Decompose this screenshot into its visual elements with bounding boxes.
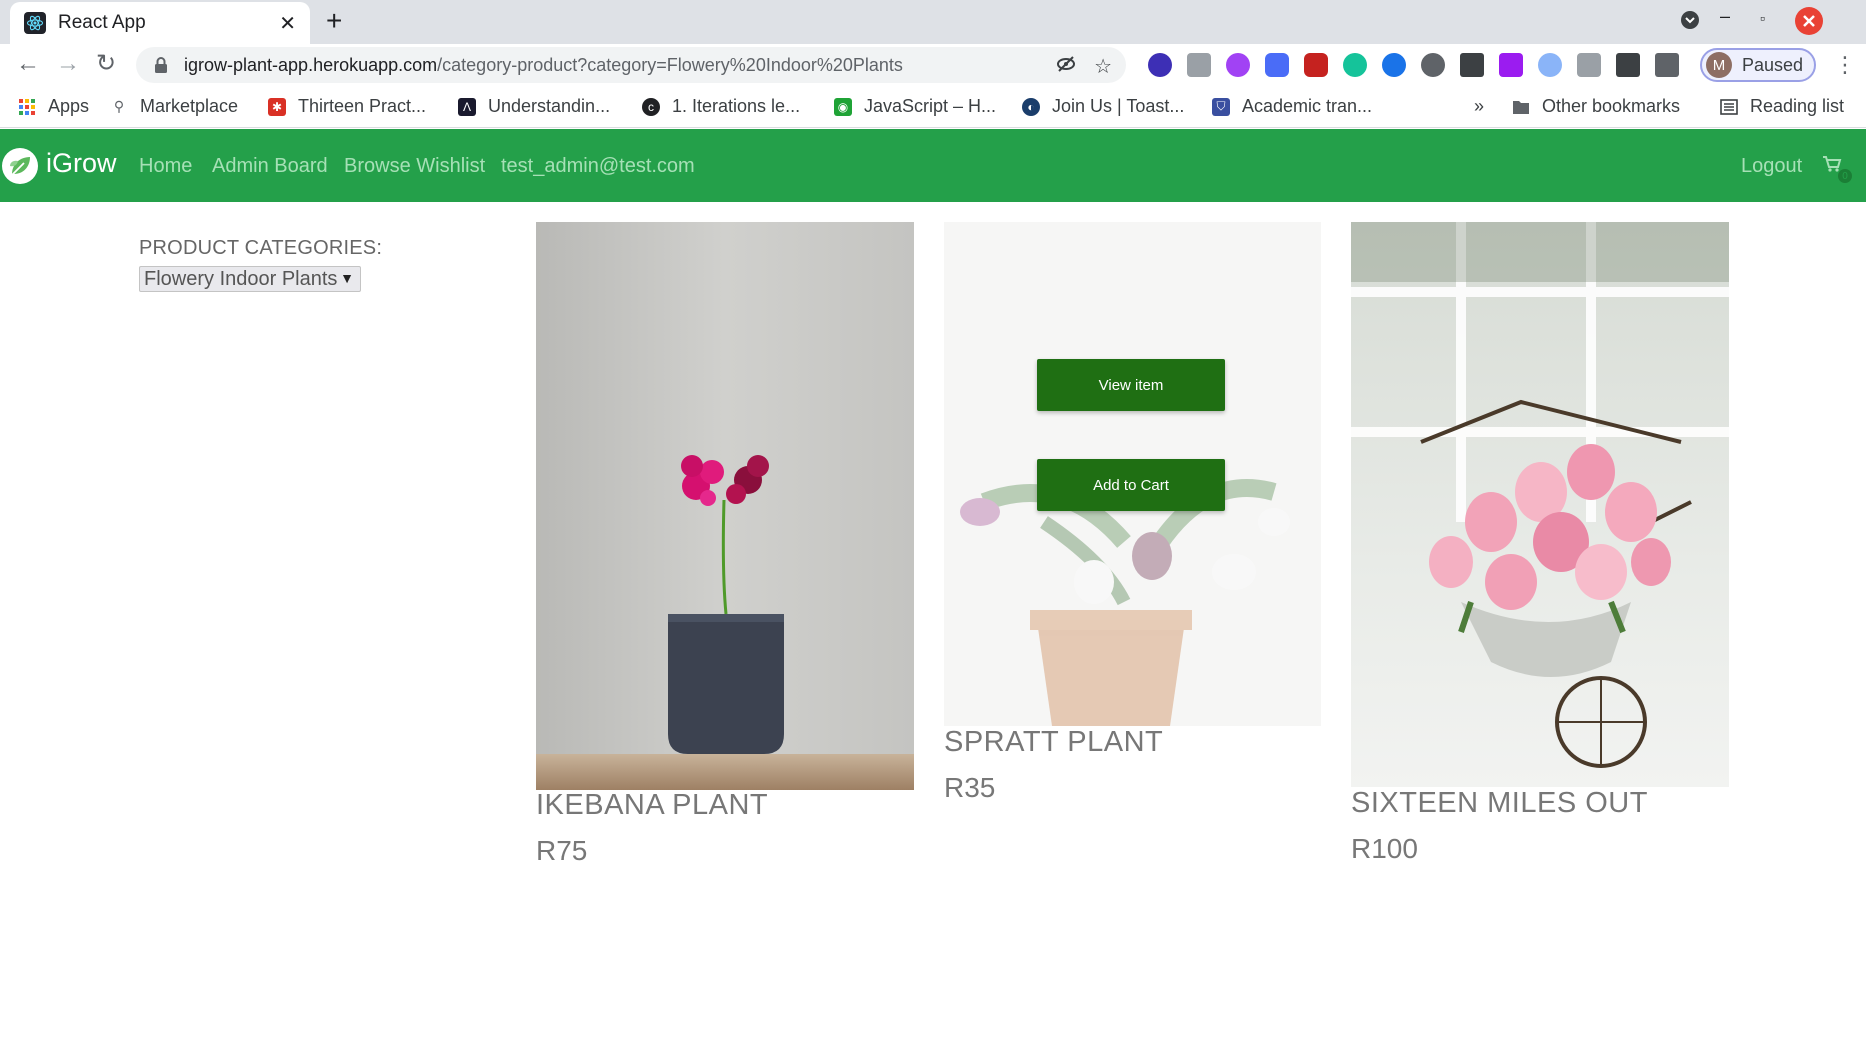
nav-user-email[interactable]: test_admin@test.com (501, 155, 695, 178)
profile-status: Paused (1742, 54, 1804, 75)
bookmark-label: Join Us | Toast... (1052, 96, 1185, 116)
browser-tab-bar: React App ✕ + – ▫ (0, 0, 1866, 44)
maximize-icon[interactable]: ▫ (1760, 10, 1765, 26)
chevron-down-icon: ▼ (340, 270, 354, 286)
address-bar[interactable]: igrow-plant-app.herokuapp.com /category-… (136, 47, 1126, 83)
bookmark-label: Thirteen Pract... (298, 96, 427, 116)
extension-icon[interactable] (1421, 53, 1445, 77)
bookmarks-overflow-button[interactable]: » (1474, 96, 1484, 117)
tab-search-icon[interactable] (1680, 10, 1700, 35)
tab-close-icon[interactable]: ✕ (279, 11, 296, 36)
reading-list-icon (1720, 98, 1738, 116)
bookmark-marketplace[interactable]: ⚲ Marketplace (110, 96, 238, 117)
bookmark-label: Marketplace (140, 96, 239, 116)
grammarly-icon[interactable] (1343, 53, 1367, 77)
close-window-icon[interactable] (1794, 6, 1824, 41)
logout-link[interactable]: Logout (1741, 155, 1802, 178)
product-name[interactable]: IKEBANA PLANT (536, 789, 768, 822)
browser-tab[interactable]: React App ✕ (10, 2, 310, 44)
product-name[interactable]: SPRATT PLANT (944, 726, 1163, 759)
puzzle-icon[interactable] (1616, 53, 1640, 77)
bookmark-label: Academic tran... (1242, 96, 1373, 116)
extension-icon[interactable] (1538, 53, 1562, 77)
reading-list-label: Reading list (1750, 96, 1845, 116)
bookmark-star-icon[interactable]: ☆ (1094, 54, 1112, 80)
product-price: R75 (536, 835, 588, 866)
extension-icon[interactable] (1148, 53, 1172, 77)
minimize-icon[interactable]: – (1720, 6, 1730, 27)
browser-toolbar: ← → ↻ igrow-plant-app.herokuapp.com /cat… (0, 44, 1866, 86)
menu-dots-icon[interactable]: ⋮ (1834, 52, 1856, 78)
bookmark-thirteen[interactable]: ✱ Thirteen Pract... (268, 96, 426, 117)
ublock-icon[interactable] (1304, 53, 1328, 77)
product-price: R35 (944, 772, 996, 803)
lock-icon (154, 57, 168, 73)
other-bookmarks-label: Other bookmarks (1542, 96, 1681, 116)
extension-icon[interactable] (1382, 53, 1406, 77)
bookmark-label: Understandin... (488, 96, 611, 116)
add-to-cart-button[interactable]: Add to Cart (1037, 459, 1225, 511)
other-bookmarks[interactable]: Other bookmarks (1512, 96, 1680, 117)
dark-site-icon: Λ (458, 97, 476, 116)
extensions-row (1148, 53, 1679, 77)
react-icon (24, 12, 46, 34)
product-price: R100 (1351, 833, 1418, 864)
apps-grid-icon (18, 98, 36, 116)
category-select-value: Flowery Indoor Plants (144, 267, 338, 290)
reading-list[interactable]: Reading list (1720, 96, 1844, 117)
nav-browse-wishlist[interactable]: Browse Wishlist (344, 155, 485, 178)
avatar: M (1706, 52, 1732, 78)
green-site-icon: ◉ (834, 97, 852, 116)
camera-icon[interactable] (1187, 53, 1211, 77)
eyedropper-icon[interactable] (1460, 53, 1484, 77)
zoom-icon[interactable] (1265, 53, 1289, 77)
bookmark-label: Apps (48, 96, 90, 116)
back-arrow-icon[interactable]: ← (16, 52, 40, 76)
bookmark-label: 1. Iterations le... (672, 96, 801, 116)
shield-icon: ⛉ (1212, 97, 1230, 116)
extension-icon[interactable] (1226, 53, 1250, 77)
nav-home[interactable]: Home (139, 155, 192, 178)
bookmark-javascript[interactable]: ◉ JavaScript – H... (834, 96, 996, 117)
bookmark-join-us[interactable]: ◐ Join Us | Toast... (1022, 96, 1184, 117)
bookmark-apps[interactable]: Apps (18, 96, 89, 117)
bike-icon: ⚲ (113, 98, 125, 114)
url-host: igrow-plant-app.herokuapp.com (184, 54, 438, 75)
brand-name[interactable]: iGrow (46, 148, 117, 179)
folder-icon (1512, 98, 1530, 116)
view-item-button[interactable]: View item (1037, 359, 1225, 411)
forward-arrow-icon[interactable]: → (56, 52, 80, 76)
bookmark-academic[interactable]: ⛉ Academic tran... (1212, 96, 1372, 117)
url-path: /category-product?category=Flowery%20Ind… (437, 54, 903, 75)
nav-admin-board[interactable]: Admin Board (212, 155, 328, 178)
product-image[interactable] (1351, 222, 1729, 787)
product-name[interactable]: SIXTEEN MILES OUT (1351, 787, 1648, 820)
app-navbar: iGrow Home Admin Board Browse Wishlist t… (0, 129, 1866, 202)
product-image[interactable] (536, 222, 914, 790)
profile-button[interactable]: M Paused (1700, 48, 1816, 82)
globe-icon: ◐ (1022, 97, 1040, 116)
bookmark-understanding[interactable]: Λ Understandin... (458, 96, 610, 117)
extension-icon[interactable] (1577, 53, 1601, 77)
eye-off-icon[interactable] (1056, 54, 1076, 80)
cart-count-badge: 0 (1838, 169, 1852, 183)
leaf-logo-icon[interactable] (2, 148, 38, 184)
red-site-icon: ✱ (268, 97, 286, 116)
bookmark-iterations[interactable]: c 1. Iterations le... (642, 96, 800, 117)
bookmark-label: JavaScript – H... (864, 96, 997, 116)
circle-c-icon: c (642, 97, 660, 116)
new-tab-button[interactable]: + (326, 6, 342, 36)
reload-icon[interactable]: ↻ (96, 52, 116, 76)
media-queue-icon[interactable] (1655, 53, 1679, 77)
extension-icon[interactable] (1499, 53, 1523, 77)
category-select[interactable]: Flowery Indoor Plants ▼ (139, 266, 361, 292)
bookmarks-bar: Apps ⚲ Marketplace ✱ Thirteen Pract... Λ… (0, 86, 1866, 128)
product-categories-label: PRODUCT CATEGORIES: (139, 237, 383, 259)
tab-title: React App (58, 12, 146, 33)
